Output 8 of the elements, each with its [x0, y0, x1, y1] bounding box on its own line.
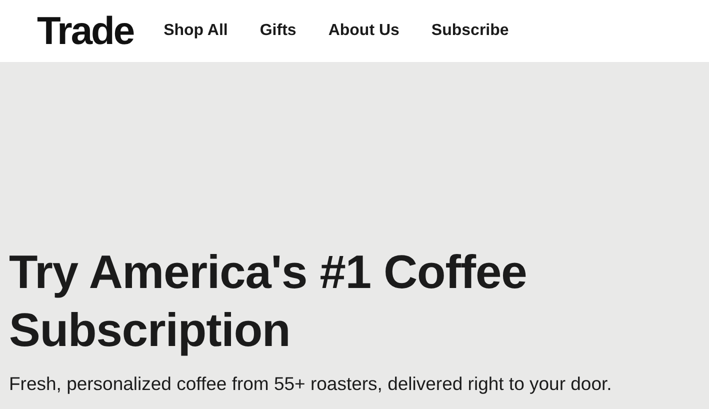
nav-link[interactable]: About Us — [328, 22, 400, 40]
nav-link[interactable]: Gifts — [260, 22, 296, 40]
nav-link[interactable]: Subscribe — [431, 22, 509, 40]
hero-subtitle: Fresh, personalized coffee from 55+ roasters, delivered right to your door. — [9, 373, 613, 395]
hero-heading: Try America's #1 Coffee — [9, 244, 528, 300]
logo[interactable]: Trade — [37, 12, 134, 50]
nav-link[interactable]: Shop All — [164, 22, 228, 40]
hero-heading: Subscription — [9, 302, 292, 358]
